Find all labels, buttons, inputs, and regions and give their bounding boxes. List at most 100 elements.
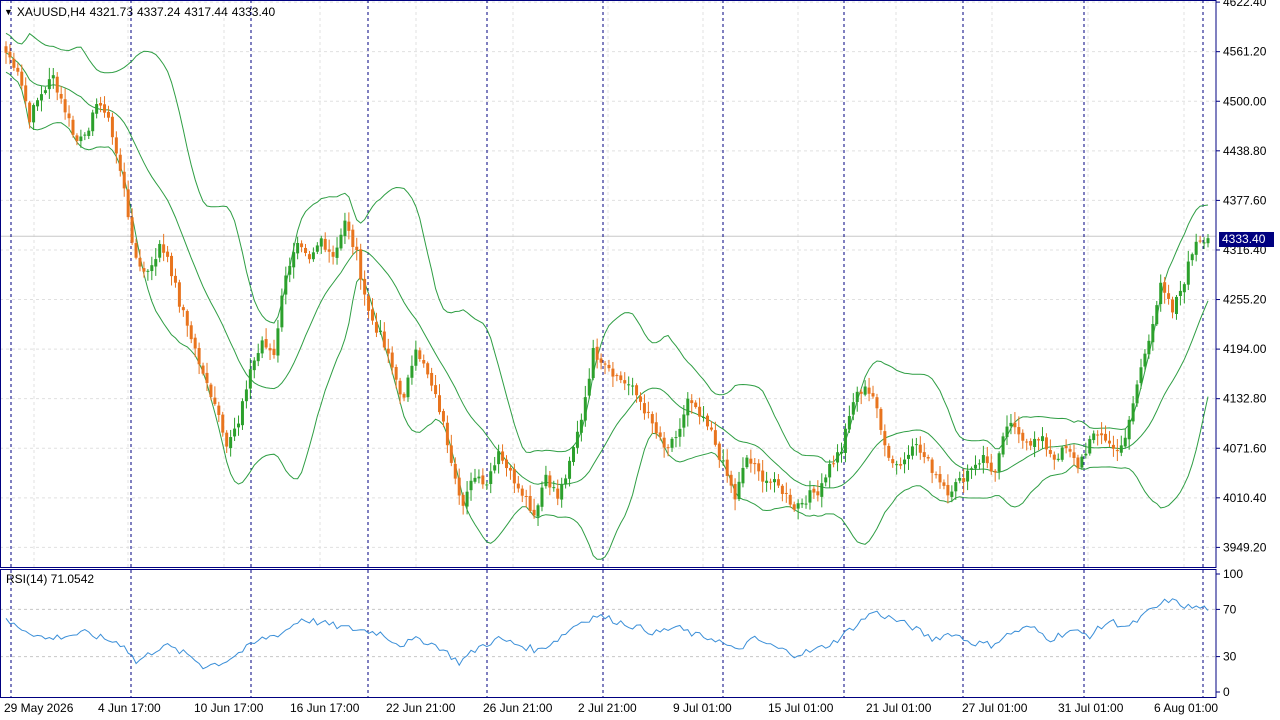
time-tick-label: 6 Aug 01:00: [1154, 701, 1218, 715]
candle-body: [1040, 436, 1044, 442]
candle-body: [733, 484, 737, 500]
candle-body: [540, 487, 544, 507]
price-tick-label: 4622.40: [1223, 0, 1267, 9]
candle-body: [1171, 299, 1175, 313]
candle-body: [851, 402, 855, 415]
candle-body: [796, 503, 800, 509]
candle-body: [473, 477, 477, 482]
rsi-tick-label: 0: [1223, 685, 1230, 699]
candle-body: [304, 247, 308, 254]
candle-body: [843, 428, 847, 453]
candle-body: [749, 458, 753, 464]
candle-body: [1064, 445, 1068, 449]
candle-body: [264, 339, 268, 348]
candle-body: [544, 474, 548, 487]
rsi-frame: [0, 569, 1217, 698]
candle-body: [832, 463, 836, 465]
candle-body: [1147, 340, 1151, 355]
candle-body: [966, 470, 970, 482]
candle-body: [406, 377, 410, 398]
candle-body: [386, 348, 390, 354]
candle-body: [997, 453, 1001, 472]
candle-body: [792, 504, 796, 510]
candle-body: [717, 443, 721, 460]
candle-body: [449, 445, 453, 463]
candle-body: [268, 348, 272, 351]
candle-body: [438, 395, 442, 413]
candle-body: [623, 380, 627, 384]
candle-body: [418, 350, 422, 359]
time-tick-label: 27 Jul 01:00: [962, 701, 1028, 715]
candle-body: [1005, 426, 1009, 438]
time-tick-label: 16 Jun 17:00: [290, 701, 360, 715]
candle-body: [103, 104, 107, 113]
candle-body: [847, 416, 851, 430]
candle-body: [658, 432, 662, 437]
candle-body: [839, 451, 843, 454]
price-chart[interactable]: 4622.404561.204500.004438.804377.604316.…: [0, 0, 1280, 720]
candle-body: [63, 99, 67, 113]
time-tick-label: 10 Jun 17:00: [194, 701, 264, 715]
candle-body: [1001, 436, 1005, 455]
candle-body: [1115, 450, 1119, 452]
candle-body: [461, 494, 465, 506]
candle-body: [729, 474, 733, 486]
time-tick-label: 2 Jul 21:00: [578, 701, 637, 715]
candle-body: [808, 490, 812, 503]
candle-body: [1044, 437, 1048, 450]
candle-body: [572, 447, 576, 463]
candle-body: [867, 387, 871, 394]
candle-body: [985, 456, 989, 464]
candle-body: [110, 116, 114, 138]
candle-body: [1190, 254, 1194, 261]
candle-body: [398, 380, 402, 395]
candle-body: [280, 295, 284, 328]
candle-body: [457, 477, 461, 496]
candle-body: [1163, 282, 1167, 293]
candle-body: [154, 259, 158, 267]
candle-body: [702, 416, 706, 418]
time-tick-label: 22 Jun 21:00: [386, 701, 456, 715]
candle-body: [910, 446, 914, 456]
candle-body: [1119, 445, 1123, 453]
price-tick-label: 4194.00: [1223, 342, 1267, 356]
candle-body: [1198, 240, 1202, 242]
candle-body: [260, 340, 264, 354]
candle-body: [662, 437, 666, 448]
time-tick-label: 31 Jul 01:00: [1058, 701, 1124, 715]
candle-body: [55, 76, 59, 93]
candle-body: [694, 402, 698, 408]
rsi-tick-label: 100: [1223, 567, 1243, 581]
candle-body: [106, 111, 110, 118]
candle-body: [477, 476, 481, 479]
candle-body: [1029, 441, 1033, 446]
candle-body: [414, 349, 418, 366]
candle-body: [930, 459, 934, 473]
candle-body: [1068, 449, 1072, 452]
candle-body: [59, 93, 63, 99]
candle-body: [67, 113, 71, 119]
candle-body: [229, 437, 233, 449]
candle-body: [587, 378, 591, 396]
candle-body: [315, 245, 319, 252]
candle-body: [367, 296, 371, 311]
candle-body: [1037, 439, 1041, 441]
middle-band: [5, 52, 1209, 489]
candle-body: [556, 488, 560, 499]
price-tick-label: 4132.80: [1223, 392, 1267, 406]
candle-body: [938, 474, 942, 483]
candle-body: [83, 134, 87, 136]
candle-body: [682, 414, 686, 428]
candle-body: [776, 479, 780, 486]
candle-body: [434, 385, 438, 395]
candle-body: [75, 135, 79, 142]
candle-body: [1021, 432, 1025, 441]
candle-body: [1167, 293, 1171, 299]
candle-body: [638, 396, 642, 402]
price-tick-label: 4255.20: [1223, 293, 1267, 307]
candle-body: [611, 368, 615, 377]
candle-body: [390, 352, 394, 368]
candle-body: [331, 252, 335, 257]
candle-body: [130, 217, 134, 243]
candle-body: [595, 346, 599, 360]
